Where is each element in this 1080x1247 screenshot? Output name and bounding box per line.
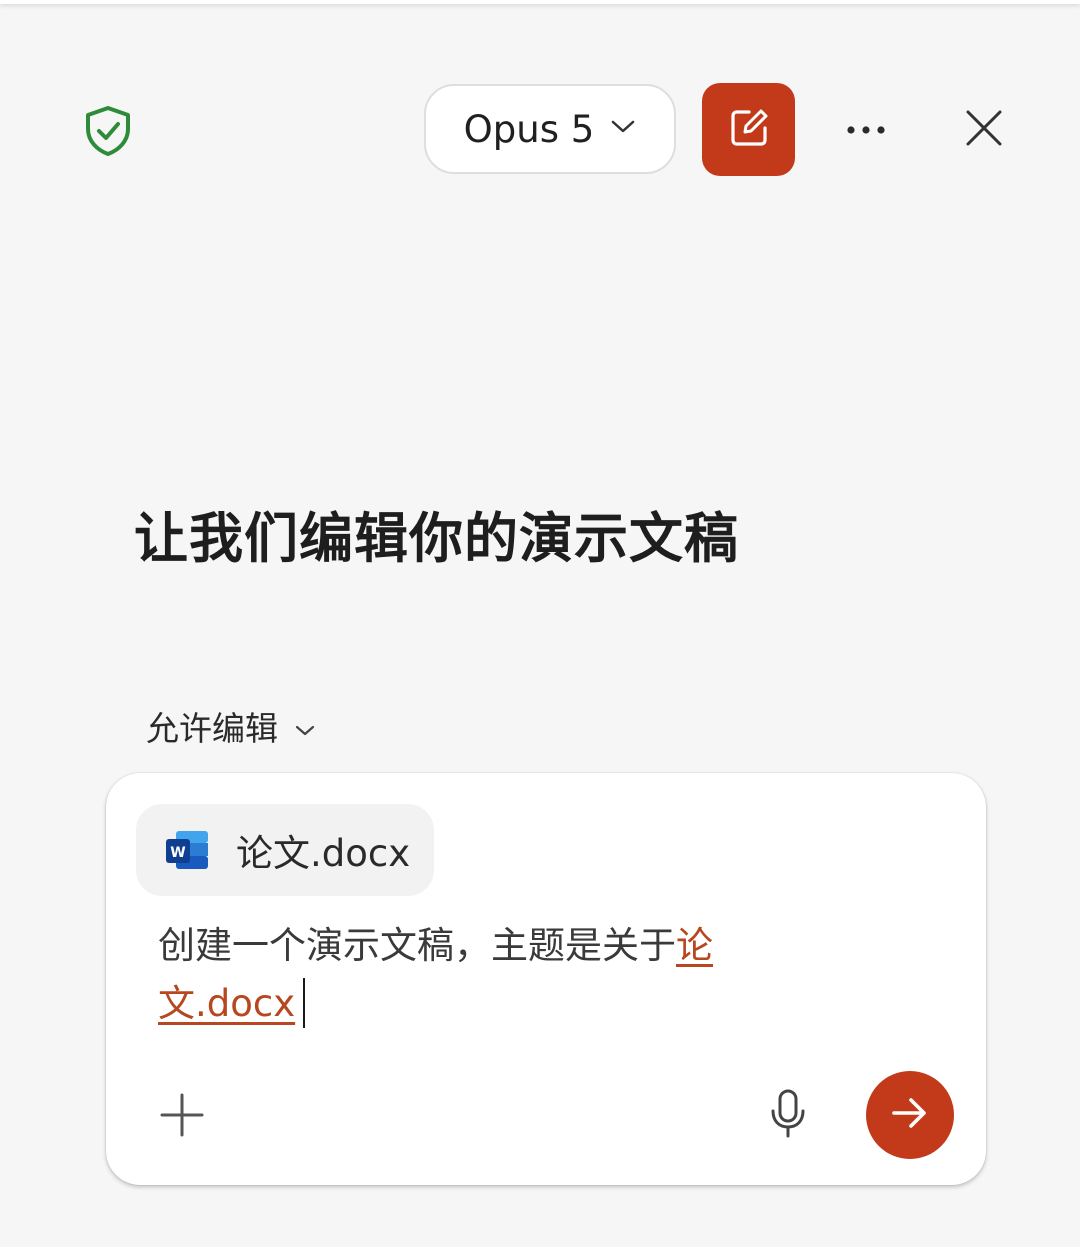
attachment-name: 论文.docx (236, 832, 411, 875)
prompt-text: 创建一个演示文稿，主题是关于 (158, 924, 676, 967)
edit-mode-selector[interactable]: 允许编辑 (146, 702, 316, 750)
edit-mode-label: 允许编辑 (146, 709, 278, 748)
plus-icon (159, 1092, 205, 1142)
text-cursor (303, 978, 306, 1028)
model-selector-label: Opus 5 (463, 107, 595, 151)
compose-icon (727, 106, 771, 154)
new-chat-button[interactable] (702, 83, 795, 176)
top-window-edge (0, 0, 1080, 4)
message-composer: W 论文.docx 创建一个演示文稿，主题是关于论文.docx (106, 773, 986, 1185)
microphone-icon (769, 1089, 807, 1143)
microphone-button[interactable] (764, 1089, 812, 1143)
page-title: 让我们编辑你的演示文稿 (134, 507, 739, 570)
ellipsis-icon (846, 120, 886, 139)
model-selector[interactable]: Opus 5 (424, 84, 676, 174)
more-options-button[interactable] (838, 104, 894, 154)
svg-text:W: W (170, 845, 185, 861)
add-button[interactable] (156, 1091, 208, 1143)
word-doc-icon: W (164, 827, 210, 873)
chevron-down-icon (610, 119, 636, 139)
shield-check-icon[interactable] (82, 104, 134, 158)
close-button[interactable] (956, 102, 1012, 158)
send-button[interactable] (866, 1071, 954, 1159)
chevron-down-icon (294, 707, 316, 746)
attachment-chip[interactable]: W 论文.docx (136, 804, 434, 896)
prompt-input[interactable]: 创建一个演示文稿，主题是关于论文.docx (158, 917, 798, 1033)
arrow-right-icon (891, 1096, 929, 1134)
close-icon (964, 108, 1004, 152)
